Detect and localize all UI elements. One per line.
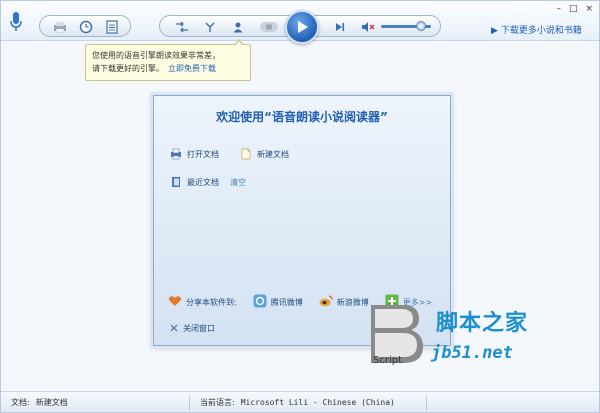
voice-icon[interactable] [202, 19, 218, 35]
printer-folder-icon [170, 148, 182, 160]
tooltip-line-2: 请下载更好的引擎。 [92, 64, 164, 73]
stop-icon[interactable] [258, 19, 280, 35]
status-lang-value: Microsoft Lili - Chinese (China) [240, 397, 395, 407]
app-window: ▶ 下载更多小说和书籍 – □ × 您使用的语音引擎朗读效果非常差， 请下载更好的… [0, 0, 600, 413]
watermark-en: jb51.net [431, 343, 513, 363]
new-document-label: 新建文档 [257, 149, 289, 159]
tooltip-line-1: 您使用的语音引擎朗读效果非常差， [92, 51, 220, 60]
status-document: 文档: 新建文档 [1, 392, 189, 412]
watermark-script: Script [373, 355, 403, 366]
open-document-label: 打开文档 [187, 149, 219, 159]
book-icon [170, 176, 182, 188]
status-language: 当前语言: Microsoft Lili - Chinese (China) [190, 392, 426, 412]
watermark-cn: 脚本之家 [436, 311, 529, 336]
new-document-item[interactable]: 新建文档 [240, 148, 289, 160]
status-bar: 文档: 新建文档 当前语言: Microsoft Lili - Chinese … [1, 391, 599, 412]
download-more-label: 下载更多小说和书籍 [500, 26, 582, 36]
print-icon[interactable] [52, 19, 68, 35]
new-file-icon [240, 148, 252, 160]
microphone-icon[interactable] [9, 11, 23, 33]
clock-icon[interactable] [78, 19, 94, 35]
status-divider [426, 394, 427, 410]
list-icon[interactable] [104, 19, 120, 35]
open-document-item[interactable]: 打开文档 [170, 148, 219, 160]
watermark-logo: Script 脚本之家 jb51.net [365, 299, 597, 379]
close-window-item[interactable]: 关闭窗口 [170, 323, 215, 334]
share-label: 分享本软件到: [186, 297, 237, 307]
sina-weibo-icon[interactable] [319, 295, 333, 309]
tencent-weibo-icon[interactable] [253, 294, 267, 310]
mute-icon[interactable] [360, 19, 376, 35]
clear-recent-link[interactable]: 清空 [230, 177, 246, 188]
arrow-right-icon: ▶ [491, 26, 498, 36]
status-lang-label: 当前语言: [200, 397, 235, 407]
toolbar: ▶ 下载更多小说和书籍 – □ × [1, 1, 599, 44]
play-icon [298, 21, 308, 33]
shuffle-icon[interactable] [174, 19, 190, 35]
close-window-label: 关闭窗口 [183, 324, 215, 333]
status-doc-value: 新建文档 [35, 397, 68, 407]
heart-icon [168, 295, 182, 309]
free-download-link[interactable]: 立即免费下载 [168, 64, 216, 73]
tencent-weibo-label[interactable]: 腾讯微博 [271, 297, 303, 308]
recent-documents-label: 最近文档 [187, 177, 219, 187]
recent-documents-item[interactable]: 最近文档 清空 [170, 176, 246, 188]
file-tools-group [39, 15, 131, 37]
sina-weibo-label[interactable]: 新浪微博 [337, 297, 369, 308]
next-icon[interactable] [332, 19, 348, 35]
download-more-link[interactable]: ▶ 下载更多小说和书籍 [491, 23, 582, 36]
close-button[interactable]: × [585, 4, 593, 14]
volume-knob[interactable] [416, 21, 426, 31]
person-icon[interactable] [230, 19, 246, 35]
status-doc-label: 文档: [11, 397, 30, 407]
engine-tooltip: 您使用的语音引擎朗读效果非常差， 请下载更好的引擎。 立即免费下载 [85, 39, 251, 81]
close-x-icon [170, 324, 178, 334]
window-controls: – □ × [556, 4, 593, 14]
play-button[interactable] [285, 10, 319, 44]
minimize-button[interactable]: – [556, 4, 561, 14]
maximize-button[interactable]: □ [569, 4, 578, 14]
dialog-title: 欢迎使用“语音朗读小说阅读器” [216, 110, 388, 124]
